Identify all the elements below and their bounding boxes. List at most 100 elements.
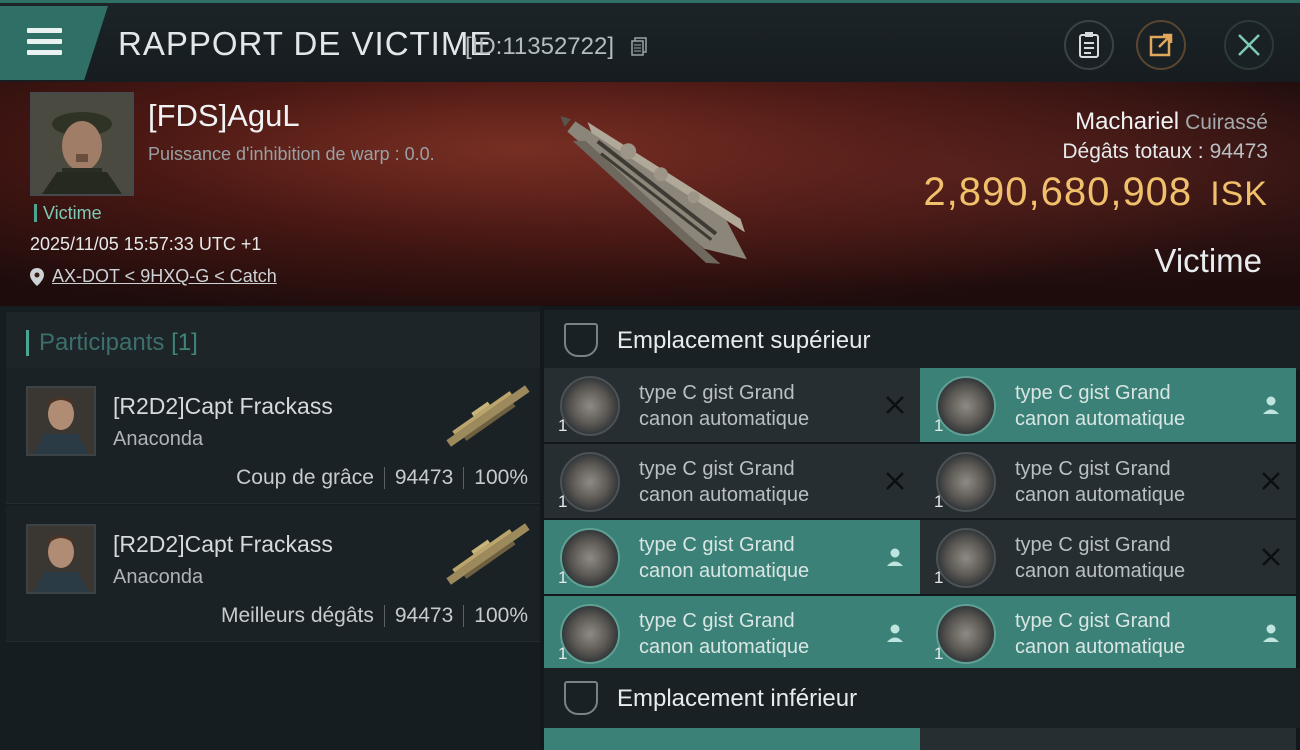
clipboard-icon (1079, 32, 1099, 58)
dropped-person-icon (887, 548, 903, 566)
autocannon-icon (936, 376, 996, 436)
destroyed-x-icon (886, 472, 904, 490)
high-slot-icon (564, 323, 598, 357)
ship-class: Cuirassé (1185, 111, 1268, 134)
stats-divider (383, 467, 385, 489)
dropped-person-icon (1263, 624, 1279, 642)
participants-count: [1] (171, 329, 198, 356)
participant-avatar[interactable] (26, 386, 96, 456)
high-slot-label: Emplacement supérieur (617, 327, 871, 354)
total-damage-label: Dégâts totaux : (1062, 140, 1204, 163)
participant-percent: 100% (474, 466, 528, 489)
high-slot-item[interactable]: 1 type C gist Grand canon automatique (544, 520, 920, 594)
module-name-line2: canon automatique (1015, 484, 1186, 506)
close-icon (1238, 34, 1260, 56)
slot-quantity: 1 (934, 492, 944, 511)
ship-image (560, 116, 747, 264)
fitting-panel: Emplacement supérieur 1 type C gist Grand… (540, 306, 1300, 750)
autocannon-icon (560, 452, 620, 512)
module-name-line1: type C gist Grand (639, 534, 795, 556)
module-name-line2: canon automatique (639, 560, 810, 582)
participants-title: Participants (39, 329, 165, 356)
participants-header[interactable]: Participants [1] (6, 312, 540, 372)
ship-name[interactable]: Machariel Cuirassé (1075, 108, 1268, 136)
stats-divider (463, 605, 465, 627)
participant-ship: Anaconda (113, 428, 204, 450)
high-slot-item[interactable]: 1 type C gist Grand canon automatique (920, 596, 1296, 670)
module-name-line2: canon automatique (639, 408, 810, 430)
hamburger-icon (27, 28, 62, 58)
ship-name-text: Machariel (1075, 108, 1180, 135)
autocannon-icon (560, 376, 620, 436)
autocannon-icon (560, 604, 620, 664)
slot-quantity: 1 (934, 644, 944, 663)
report-id: [ID:11352722] (465, 33, 615, 60)
slot-module-name: type C gist Grand canon automatique (639, 380, 869, 432)
high-slot-item[interactable]: 1 type C gist Grand canon automatique (920, 520, 1296, 594)
location-pin-icon (30, 267, 44, 286)
slot-quantity: 1 (558, 492, 568, 511)
slot-module-name: type C gist Grand canon automatique (639, 532, 869, 584)
high-slot-item[interactable]: 1 type C gist Grand canon automatique (544, 368, 920, 442)
kill-location[interactable]: AX-DOT < 9HXQ-G < Catch (30, 266, 277, 287)
participant-name[interactable]: [R2D2]Capt Frackass (113, 531, 333, 558)
high-slot-item[interactable]: 1 type C gist Grand canon automatique (544, 444, 920, 518)
victim-name[interactable]: [FDS]AguL (148, 98, 300, 134)
module-name-line2: canon automatique (1015, 408, 1186, 430)
isk-value: 2,890,680,908 ISK (923, 170, 1268, 215)
participants-empty-area (6, 646, 540, 750)
participant-ship-image (446, 385, 530, 447)
victim-banner: [FDS]AguL Puissance d'inhibition de warp… (0, 82, 1300, 306)
high-slot-item[interactable]: 1 type C gist Grand canon automatique (544, 596, 920, 670)
copy-icon[interactable] (631, 37, 647, 57)
participant-damage: 94473 (394, 466, 454, 489)
autocannon-icon (936, 528, 996, 588)
participant-percent: 100% (474, 604, 528, 627)
close-button[interactable] (1224, 20, 1274, 70)
share-button[interactable] (1136, 20, 1186, 70)
participant-damage: 94473 (394, 604, 454, 627)
dropped-person-icon (1263, 396, 1279, 414)
slot-quantity: 1 (558, 568, 568, 587)
menu-button[interactable] (0, 6, 108, 80)
slot-module-name: type C gist Grand canon automatique (1015, 532, 1245, 584)
high-slot-item[interactable]: 1 type C gist Grand canon automatique (920, 368, 1296, 442)
high-slot-header: Emplacement supérieur (544, 310, 1300, 370)
dropped-person-icon (887, 624, 903, 642)
isk-amount: 2,890,680,908 (923, 170, 1193, 214)
participant-name[interactable]: [R2D2]Capt Frackass (113, 393, 333, 420)
participant-row[interactable]: [R2D2]Capt Frackass Anaconda Coup de grâ… (6, 368, 540, 504)
autocannon-icon (936, 604, 996, 664)
clipboard-button[interactable] (1064, 20, 1114, 70)
total-damage-value: 94473 (1209, 140, 1268, 163)
autocannon-icon (936, 452, 996, 512)
kill-datetime: 2025/11/05 15:57:33 UTC +1 (30, 234, 262, 254)
module-name-line1: type C gist Grand (1015, 382, 1171, 404)
participant-stats: Coup de grâce 94473 100% (236, 466, 528, 490)
low-slot-icon (564, 681, 598, 715)
participant-avatar[interactable] (26, 524, 96, 594)
participant-row[interactable]: [R2D2]Capt Frackass Anaconda Meilleurs d… (6, 506, 540, 642)
low-slot-item-partial[interactable] (920, 728, 1296, 750)
module-name-line1: type C gist Grand (1015, 610, 1171, 632)
participant-stats: Meilleurs dégâts 94473 100% (221, 604, 528, 628)
module-name-line2: canon automatique (639, 484, 810, 506)
module-name-line1: type C gist Grand (639, 610, 795, 632)
low-slot-item-partial[interactable] (544, 728, 920, 750)
module-name-line1: type C gist Grand (639, 458, 795, 480)
slot-quantity: 1 (934, 416, 944, 435)
module-name-line1: type C gist Grand (1015, 458, 1171, 480)
slot-quantity: 1 (558, 416, 568, 435)
slot-quantity: 1 (934, 568, 944, 587)
participant-ship-image (446, 523, 530, 585)
victim-status: Victime (1154, 242, 1262, 279)
slot-quantity: 1 (558, 644, 568, 663)
location-link[interactable]: AX-DOT < 9HXQ-G < Catch (52, 266, 277, 287)
autocannon-icon (560, 528, 620, 588)
module-name-line2: canon automatique (1015, 636, 1186, 658)
victim-avatar[interactable] (30, 92, 134, 196)
portrait-image (32, 94, 132, 194)
high-slot-item[interactable]: 1 type C gist Grand canon automatique (920, 444, 1296, 518)
participant-kill-type: Coup de grâce (236, 466, 374, 489)
portrait-image (28, 526, 94, 592)
